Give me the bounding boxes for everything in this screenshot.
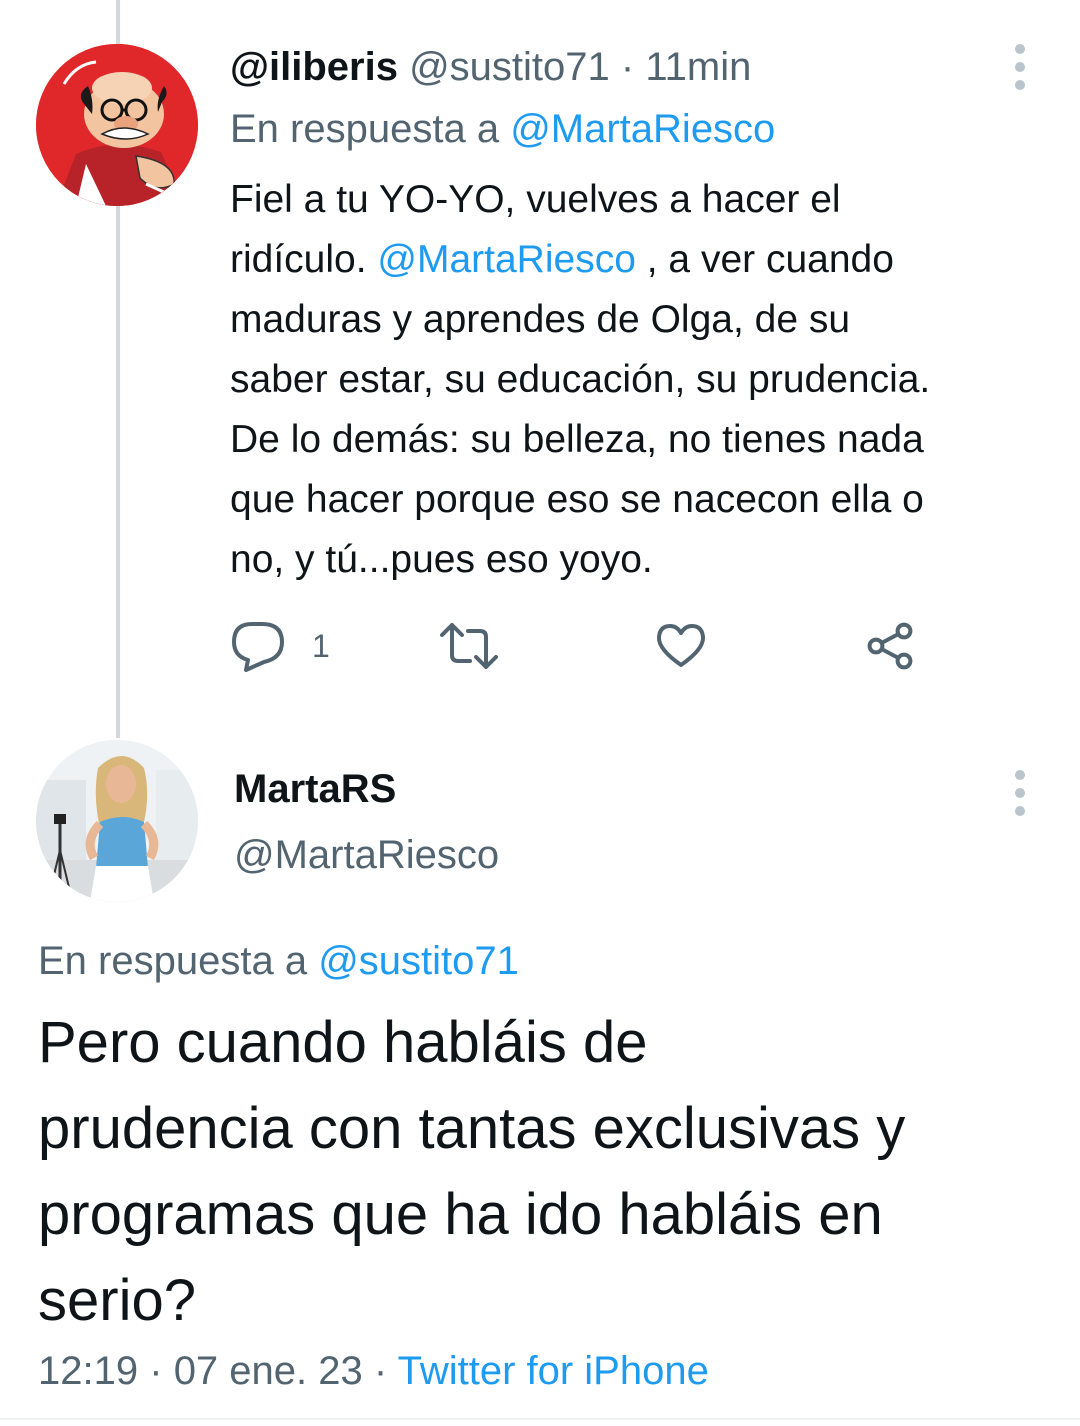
tweet-text-line: que hacer porque eso se nacecon ella o	[230, 478, 924, 521]
reply-context: En respuesta a @sustito71	[38, 934, 519, 988]
tweet-time[interactable]: 12:19	[38, 1349, 138, 1393]
display-name[interactable]: MartaRS	[234, 762, 396, 816]
mention-link[interactable]: @MartaRiesco	[377, 238, 636, 281]
tweet-text-fragment: , a ver cuando	[646, 238, 894, 281]
retweet-button[interactable]	[440, 618, 498, 674]
tweet-text-line: ridículo. @MartaRiesco , a ver cuando	[230, 230, 1050, 290]
user-handle[interactable]: @sustito71	[409, 45, 610, 89]
tweet-text-line: Fiel a tu YO-YO, vuelves a hacer el	[230, 178, 841, 221]
like-button[interactable]	[656, 618, 706, 674]
tweet-metadata: 12:19 · 07 ene. 23 · Twitter for iPhone	[38, 1344, 709, 1398]
tweet-text-line: maduras y aprendes de Olga, de su	[230, 298, 851, 341]
tweet-text-line: prudencia con tantas exclusivas y	[38, 1096, 906, 1161]
share-icon	[867, 622, 913, 670]
reply-prefix: En respuesta a	[230, 107, 500, 151]
avatar-photo-icon	[36, 740, 198, 902]
tweet-text-line: serio?	[38, 1268, 196, 1333]
tweet-actions: 1	[230, 618, 930, 674]
separator-dot: ·	[373, 1349, 388, 1393]
reply-count: 1	[312, 627, 330, 664]
reply-button[interactable]: 1	[230, 618, 330, 674]
heart-icon	[656, 624, 706, 667]
tweet-date[interactable]: 07 ene. 23	[174, 1349, 363, 1393]
avatar[interactable]	[36, 740, 198, 902]
reply-to-mention[interactable]: @sustito71	[318, 939, 519, 983]
avatar[interactable]	[36, 44, 198, 206]
more-icon[interactable]	[1014, 44, 1026, 98]
separator-dot: ·	[620, 45, 635, 89]
display-name[interactable]: @iliberis	[230, 45, 398, 89]
tweet-text-fragment: ridículo.	[230, 238, 367, 281]
tweet-text-line: saber estar, su educación, su prudencia.	[230, 358, 931, 401]
reply-prefix: En respuesta a	[38, 939, 308, 983]
tweet-text: Pero cuando habláis de prudencia con tan…	[38, 1000, 1048, 1344]
reply-icon	[232, 622, 284, 672]
tweet-text: Fiel a tu YO-YO, vuelves a hacer el ridí…	[230, 170, 1050, 590]
tweet-source-link[interactable]: Twitter for iPhone	[398, 1349, 709, 1393]
user-handle[interactable]: @MartaRiesco	[234, 828, 499, 882]
retweet-icon	[440, 623, 498, 669]
tweet-text-line: De lo demás: su belleza, no tienes nada	[230, 418, 924, 461]
tweet-time[interactable]: 11min	[645, 45, 751, 89]
tweet-text-line: programas que ha ido habláis en	[38, 1182, 883, 1247]
separator-dot: ·	[149, 1349, 163, 1393]
reply-context: En respuesta a @MartaRiesco	[230, 102, 775, 156]
reply-to-mention[interactable]: @MartaRiesco	[510, 107, 775, 151]
tweet-text-line: Pero cuando habláis de	[38, 1010, 648, 1075]
tweet-text-line: no, y tú...pues eso yoyo.	[230, 538, 653, 581]
share-button[interactable]	[866, 618, 914, 674]
divider	[0, 1418, 1080, 1420]
tweet-header: @iliberis @sustito71 · 11min	[230, 40, 751, 94]
avatar-cartoon-icon	[36, 44, 198, 206]
more-icon[interactable]	[1014, 770, 1026, 824]
